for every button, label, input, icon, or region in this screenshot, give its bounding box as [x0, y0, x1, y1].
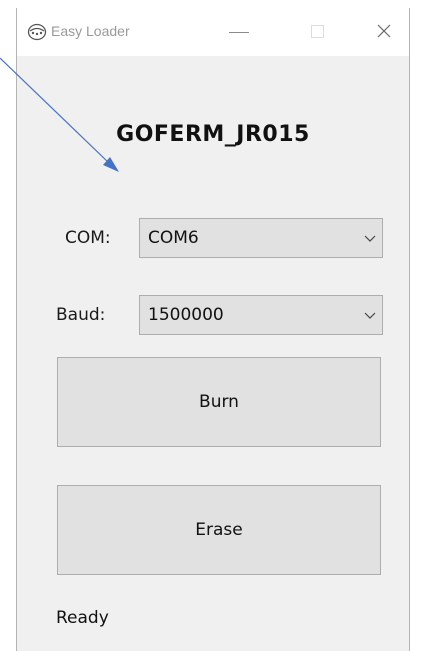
minimize-button[interactable]	[217, 8, 263, 56]
com-label: COM:	[65, 228, 111, 248]
baud-rate-select[interactable]: 1500000	[139, 295, 383, 335]
title-bar[interactable]: Easy Loader	[17, 8, 409, 56]
com-port-value: COM6	[148, 228, 199, 248]
chevron-down-icon	[364, 312, 376, 319]
burn-button-label: Burn	[199, 392, 239, 412]
erase-button[interactable]: Erase	[57, 485, 381, 575]
maximize-icon	[311, 25, 324, 38]
screenshot-canvas: Easy Loader GOFERM_JR015 COM: COM6 Baud:…	[0, 0, 426, 651]
maximize-button[interactable]	[295, 8, 341, 56]
erase-button-label: Erase	[195, 520, 243, 540]
app-icon	[27, 23, 47, 41]
easy-loader-window: Easy Loader GOFERM_JR015 COM: COM6 Baud:…	[16, 8, 410, 651]
baud-rate-value: 1500000	[148, 305, 224, 325]
close-button[interactable]	[361, 8, 407, 56]
minimize-icon	[229, 32, 249, 33]
window-title: Easy Loader	[51, 23, 130, 39]
baud-label: Baud:	[56, 305, 106, 325]
burn-button[interactable]: Burn	[57, 357, 381, 447]
close-icon	[377, 24, 391, 38]
status-text: Ready	[56, 608, 109, 628]
device-name-heading: GOFERM_JR015	[116, 122, 310, 147]
com-port-select[interactable]: COM6	[139, 218, 383, 258]
chevron-down-icon	[364, 235, 376, 242]
